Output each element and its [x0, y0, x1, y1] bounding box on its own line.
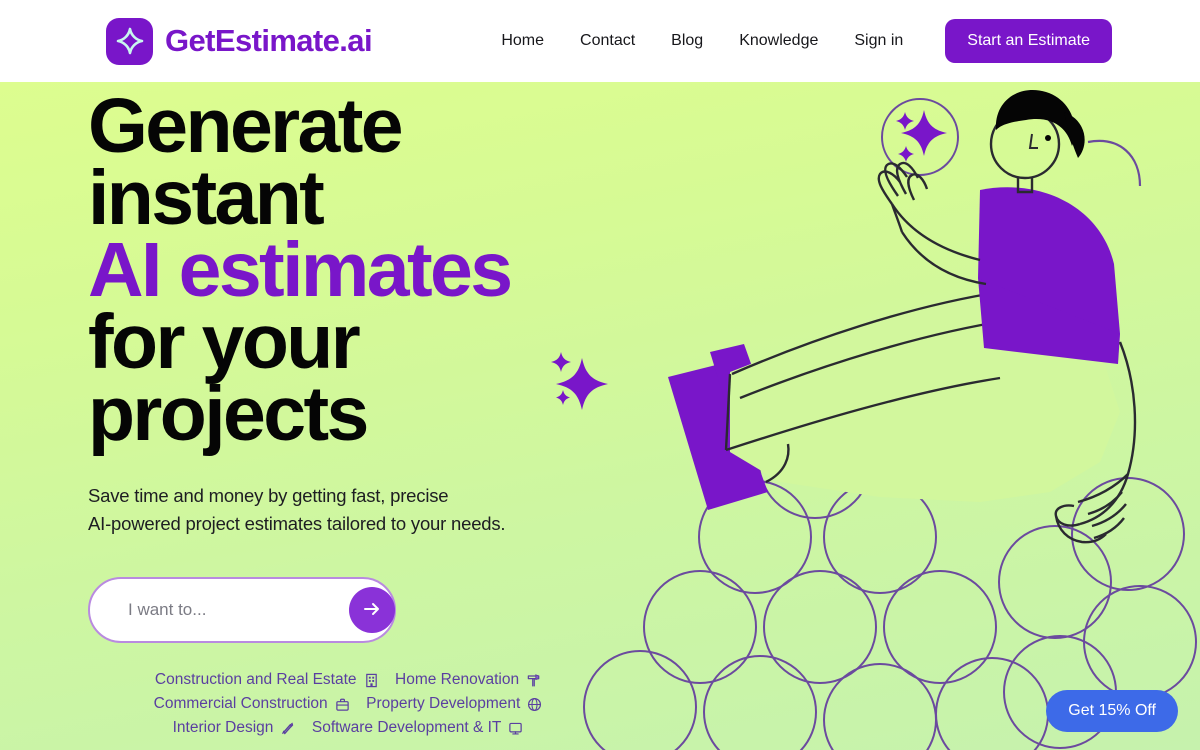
subhead-line-2: AI-powered project estimates tailored to…: [88, 513, 506, 534]
tag-label: Software Development & IT: [311, 719, 502, 737]
arrow-right-icon: [362, 599, 382, 622]
hero-section: Generate instant AI estimates for your p…: [0, 82, 1200, 750]
tag-software-development-and-it[interactable]: Software Development & IT: [312, 716, 524, 740]
tag-home-renovation[interactable]: Home Renovation: [395, 668, 541, 692]
tag-label: Property Development: [366, 695, 521, 713]
search-submit-button[interactable]: [349, 587, 395, 633]
main-navigation: Home Contact Blog Knowledge Sign in Star…: [483, 19, 1112, 63]
promo-badge-button[interactable]: Get 15% Off: [1046, 690, 1178, 732]
tag-commercial-construction[interactable]: Commercial Construction: [154, 692, 350, 716]
headline-line-5: projects: [88, 371, 369, 457]
page-title: Generate instant AI estimates for your p…: [88, 88, 708, 453]
nav-link-contact[interactable]: Contact: [562, 32, 653, 50]
globe-icon: [527, 697, 542, 712]
nav-link-sign-in[interactable]: Sign in: [836, 32, 921, 50]
monitor-icon: [508, 721, 523, 736]
paintbrushes-icon: [280, 721, 295, 736]
building-icon: [364, 673, 379, 688]
brand-name: GetEstimate.ai: [165, 23, 373, 58]
hero-subheading: Save time and money by getting fast, pre…: [88, 482, 708, 538]
tag-label: Interior Design: [172, 719, 274, 737]
suggested-category-tags: Construction and Real Estate Home Renova…: [88, 668, 608, 741]
brand-logo[interactable]: GetEstimate.ai: [106, 17, 373, 65]
site-header: GetEstimate.ai Home Contact Blog Knowled…: [0, 0, 1200, 82]
nav-link-knowledge[interactable]: Knowledge: [721, 32, 836, 50]
hammer-icon: [526, 673, 541, 688]
tag-property-development[interactable]: Property Development: [366, 692, 542, 716]
tag-interior-design[interactable]: Interior Design: [173, 716, 296, 740]
hero-copy: Generate instant AI estimates for your p…: [88, 88, 708, 538]
tag-label: Commercial Construction: [153, 695, 328, 713]
nav-link-home[interactable]: Home: [483, 32, 562, 50]
hero-search-bar[interactable]: [88, 577, 396, 643]
nav-link-blog[interactable]: Blog: [653, 32, 721, 50]
search-input[interactable]: [128, 600, 349, 620]
tag-construction-and-real-estate[interactable]: Construction and Real Estate: [155, 668, 379, 692]
start-an-estimate-button[interactable]: Start an Estimate: [945, 19, 1112, 63]
subhead-line-1: Save time and money by getting fast, pre…: [88, 485, 449, 506]
tag-label: Construction and Real Estate: [154, 671, 357, 688]
tag-label: Home Renovation: [395, 671, 520, 688]
briefcase-icon: [335, 697, 350, 712]
four-point-star-icon: [106, 17, 153, 65]
